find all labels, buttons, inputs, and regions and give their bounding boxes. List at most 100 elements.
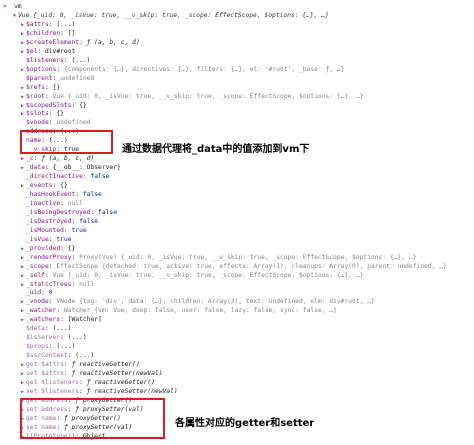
separator: : (60, 334, 68, 342)
property-key: $attrs (26, 20, 49, 28)
property-key: _renderProxy (26, 253, 72, 261)
tree-row: $ssrContext: (...) (19, 351, 94, 360)
tree-row[interactable]: ▶ set $listeners: ƒ reactiveSetter(newVal… (19, 387, 178, 396)
separator: : (90, 208, 99, 216)
property-key: set $attrs (26, 370, 64, 377)
tree-row[interactable]: ▶ _data: {__ob__: Observer} (19, 163, 121, 172)
tree-row[interactable]: ▶ $root: Vue {_uid: 0, _isVue: true, __v_… (19, 92, 363, 101)
property-value: {} (56, 110, 64, 118)
separator: : (79, 387, 87, 395)
property-key: _events (26, 182, 53, 190)
tree-row[interactable]: ▶ _scope: EffectScope {detached: true, ac… (19, 262, 447, 271)
tree-row[interactable]: ▶ _staticTrees: null (19, 280, 94, 289)
tree-row: _directInactive: false (19, 172, 109, 181)
annotation-data-proxy: 通过数据代理将_data中的值添加到vm下 (122, 144, 310, 155)
separator: : (79, 378, 87, 386)
separator: : (56, 307, 64, 315)
property-value: {__ob__: Observer} (52, 164, 121, 172)
property-value: Vue {_uid: 0, _isVue: true, __v_skip: tr… (52, 92, 364, 100)
property-key: _c (26, 155, 34, 163)
property-key: _watchers (26, 316, 61, 324)
property-key: get $listeners (26, 378, 80, 386)
property-value: div#root (44, 47, 76, 55)
property-key: _directInactive (26, 173, 83, 181)
property-value: ƒ reactiveSetter(newVal) (71, 370, 163, 377)
tree-row[interactable]: ▶ get $attrs: ƒ reactiveGetter() (19, 360, 140, 369)
property-value: [] (67, 29, 76, 37)
property-key: $refs (26, 83, 45, 91)
tree-row[interactable]: ▶ get $listeners: ƒ reactiveGetter() (19, 378, 155, 387)
separator: : (71, 253, 80, 261)
separator: : (71, 280, 80, 288)
tree-row: $parent: undefined (19, 74, 94, 83)
tree-row[interactable]: ▶ $attrs: (...) (19, 20, 75, 29)
property-value: undefined (60, 74, 95, 82)
separator: : (52, 74, 61, 82)
property-key: _self (26, 271, 45, 279)
tree-row[interactable]: ▼ Vue {_uid: 0, _isVue: true, __v_skip: t… (11, 11, 329, 20)
separator: : (56, 65, 64, 73)
annotation-getters-setters: 各属性对应的getter和setter (175, 418, 315, 429)
property-value: (...) (56, 20, 76, 28)
tree-row: _isVue: true (19, 235, 72, 244)
separator: : (44, 92, 53, 100)
property-value: VNode {tag: 'div', data: {…}, children: … (56, 298, 375, 306)
tree-row: _hasHookEvent: false (19, 190, 102, 199)
tree-row[interactable]: ▶ $scopedSlots: {} (19, 101, 87, 110)
separator: : (60, 316, 68, 324)
property-value: Vue {_uid: 0, _isVue: true, __v_skip: tr… (18, 12, 329, 19)
property-value: false (82, 191, 102, 198)
property-key: _isVue (26, 235, 49, 243)
console-input-text[interactable]: vm (14, 2, 22, 11)
tree-row[interactable]: ▶ _events: {} (19, 181, 68, 190)
separator: : (37, 47, 45, 55)
prompt-icon: > (3, 3, 7, 10)
property-value: 0 (48, 289, 53, 297)
tree-row[interactable]: ▶ _c: ƒ (a, b, c, d) (19, 154, 94, 163)
property-value: false (90, 173, 110, 181)
property-key: $scopedSlots (26, 101, 72, 109)
property-key: _staticTrees (26, 280, 72, 288)
separator: : (44, 325, 53, 333)
tree-row[interactable]: ▶ _renderProxy: Proxy(Vue) {_uid: 0, _isV… (19, 253, 417, 262)
property-key: _hasHookEvent (26, 191, 76, 198)
tree-row[interactable]: ▶ $el: div#root (19, 47, 75, 56)
property-value: {} (52, 83, 61, 91)
tree-row[interactable]: ▶ $options: {components: {…}, directives:… (19, 65, 345, 74)
property-value: undefined (56, 119, 91, 127)
tree-row[interactable]: ▶ _provided: {} (19, 244, 75, 253)
separator: : (44, 164, 53, 172)
property-key: $listeners (26, 56, 64, 64)
property-value: Vue {_uid: 0, _isVue: true, __v_skip: tr… (52, 271, 364, 279)
tree-row[interactable]: ▶ $slots: {} (19, 109, 64, 118)
property-value: ƒ reactiveGetter() (71, 361, 140, 369)
tree-row[interactable]: ▶ $createElement: ƒ (a, b, c, d) (19, 38, 140, 47)
property-value: false (98, 208, 118, 216)
property-key: $children (26, 29, 61, 37)
property-value: EffectScope {detached: true, active: tru… (56, 262, 447, 270)
property-value: [Watcher] (67, 316, 102, 324)
property-key: get $attrs (26, 361, 64, 369)
tree-row: $listeners: (...) (19, 56, 90, 65)
tree-row[interactable]: ▶ $children: [] (19, 29, 75, 38)
tree-row[interactable]: ▶ $refs: {} (19, 83, 60, 92)
property-value: (...) (56, 343, 76, 351)
tree-row[interactable]: ▶ _watcher: Watcher {vm: Vue, deep: false… (19, 306, 337, 315)
property-key: _vnode (26, 298, 49, 306)
tree-row[interactable]: ▶ _vnode: VNode {tag: 'div', data: {…}, c… (19, 297, 375, 306)
property-value: ƒ (a, b, c, d) (41, 155, 95, 163)
tree-row[interactable]: ▶ _watchers: [Watcher] (19, 315, 102, 324)
property-key: set $listeners (26, 387, 80, 395)
property-key: _scope (26, 262, 49, 270)
property-key: _isMounted (26, 226, 64, 234)
tree-row[interactable]: ▶ _self: Vue {_uid: 0, _isVue: true, __v_… (19, 271, 363, 280)
property-value: true (71, 226, 87, 234)
expand-down-icon[interactable]: ▼ (11, 12, 18, 21)
tree-row[interactable]: ▶ set $attrs: ƒ reactiveSetter(newVal) (19, 369, 163, 378)
property-value: true (56, 235, 72, 243)
highlight-box-getters-setters (20, 398, 165, 439)
separator: : (41, 289, 49, 297)
tree-row: $isServer: (...) (19, 333, 87, 342)
property-value: ƒ (a, b, c, d) (86, 38, 140, 46)
tree-row: $props: (...) (19, 342, 75, 351)
